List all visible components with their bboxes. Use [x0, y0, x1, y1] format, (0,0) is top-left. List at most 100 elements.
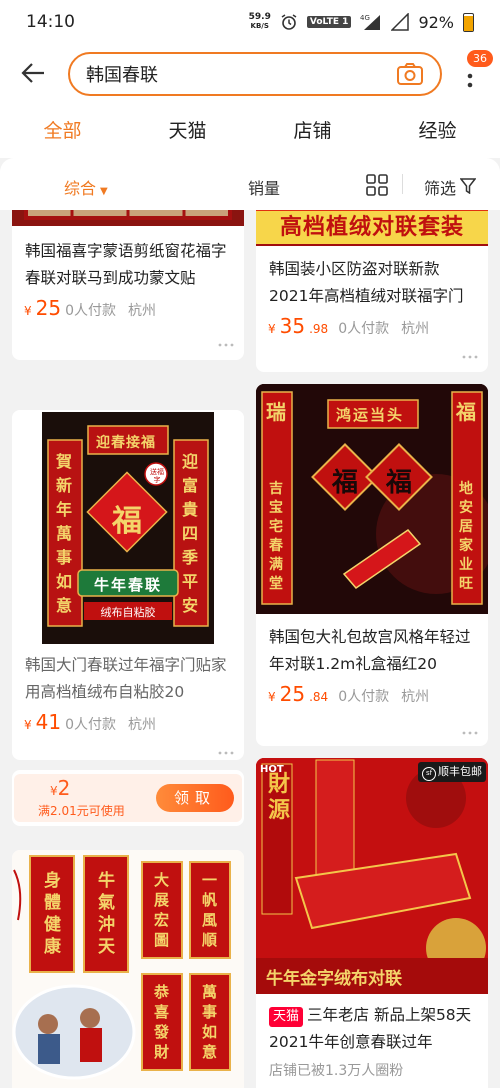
sort-sales[interactable]: 销量 — [248, 175, 280, 199]
signal-4g-icon: 4G — [360, 14, 381, 30]
tmall-badge: 天猫 — [269, 1007, 304, 1027]
scroll-text: 身體健康 — [44, 871, 61, 957]
payers-count: 0人付款 — [338, 321, 390, 337]
location: 杭州 — [128, 303, 157, 319]
tab-experience[interactable]: 经验 — [375, 102, 500, 158]
image-text-right-char: 福 — [456, 400, 476, 424]
caret-down-icon: ▼ — [100, 186, 108, 197]
grid-view-icon[interactable] — [366, 174, 388, 196]
location: 杭州 — [401, 321, 430, 337]
sf-logo-icon: sf — [422, 767, 436, 781]
image-text-center-left: 福 — [332, 468, 359, 498]
product-image[interactable]: HOT sf 顺丰包邮 財源 牛年金字绒布对联 — [256, 758, 488, 994]
search-header: 韩国春联 36 — [0, 44, 500, 102]
image-tag: 送福字 — [150, 468, 164, 484]
product-title[interactable]: 韩国包大礼包故宫风格年轻过年对联1.2m礼盒福红20 — [269, 624, 478, 678]
image-text-top: 迎春接福 — [96, 435, 156, 451]
coupon-card: ¥2 满2.01元可使用 领取 — [12, 770, 244, 826]
more-options-icon[interactable] — [218, 342, 234, 348]
location: 杭州 — [401, 689, 430, 705]
claim-coupon-button[interactable]: 领取 — [156, 784, 234, 812]
filter-button[interactable]: 筛选 — [424, 175, 456, 199]
image-text-left-char: 瑞 — [266, 400, 286, 424]
image-caption-sub: 绒布自粘胶 — [100, 606, 156, 619]
svg-text:4G: 4G — [360, 14, 370, 22]
tab-shops[interactable]: 店铺 — [250, 102, 375, 158]
scroll-text: 牛氣沖天 — [98, 871, 115, 957]
image-text-left: 吉宝宅春满堂 — [269, 481, 283, 592]
status-bar: 14:10 59.9 KB/S VoLTE 1 4G 92% — [0, 0, 500, 44]
category-tabs: 全部 天猫 店铺 经验 — [0, 102, 500, 158]
more-options-icon[interactable] — [218, 750, 234, 756]
image-gold-text: 財源 — [268, 772, 291, 823]
currency-symbol: ¥ — [268, 322, 276, 336]
status-icons: 59.9 KB/S VoLTE 1 4G 92% — [248, 12, 474, 32]
sf-free-shipping-badge: sf 顺丰包邮 — [418, 762, 486, 782]
price-decimal: .84 — [309, 690, 329, 704]
back-arrow-icon[interactable] — [20, 60, 46, 86]
product-card[interactable]: 鸿运当头 瑞 福 吉宝宅春满堂 地安居家业旺 福 福 韩国包大礼包故宫风格年轻过… — [256, 384, 488, 746]
battery-icon — [463, 12, 474, 32]
price-row: ¥ 41 0人付款 杭州 — [24, 710, 164, 734]
results-area: 韩国福喜字蒙语剪纸窗花福字春联对联马到成功蒙文贴 ¥ 25 0人付款 杭州 高档… — [0, 158, 500, 1088]
currency-symbol: ¥ — [24, 304, 32, 318]
product-title[interactable]: 韩国福喜字蒙语剪纸窗花福字春联对联马到成功蒙文贴 — [25, 238, 234, 292]
image-caption: 牛年春联 — [93, 576, 162, 594]
image-text-top: 鸿运当头 — [336, 406, 405, 424]
price: 25 — [279, 682, 306, 706]
image-text-center: 福 — [112, 504, 142, 539]
sort-bar: 综合 ▼ 销量 筛选 — [0, 158, 500, 210]
product-card[interactable]: 身體健康 牛氣沖天 大展宏圖 一帆風順 恭喜發財 萬事如意 — [12, 850, 244, 1088]
signal-icon — [391, 13, 410, 31]
product-title[interactable]: 天猫 三年老店 新品上架58天2021牛年创意春联过年 — [269, 1002, 478, 1056]
coupon[interactable]: ¥2 满2.01元可使用 领取 — [14, 774, 242, 822]
volte-icon: VoLTE 1 — [306, 16, 352, 28]
divider — [402, 174, 403, 194]
alarm-icon — [281, 14, 297, 30]
coupon-amount: ¥2 — [50, 776, 71, 800]
image-text-right: 迎富貴四季平安 — [182, 452, 199, 615]
scroll-text: 恭喜發財 — [154, 983, 170, 1061]
tab-all[interactable]: 全部 — [0, 102, 125, 158]
product-image[interactable]: 迎春接福 賀新年萬事如意 迎富貴四季平安 福 送福字 牛年春联 绒布自粘胶 — [12, 410, 244, 650]
camera-icon[interactable] — [396, 62, 424, 86]
product-title[interactable]: 韩国大门春联过年福字门贴家用高档植绒布自粘胶20 — [25, 652, 234, 706]
image-caption: 牛年金字绒布对联 — [266, 969, 402, 989]
tab-tmall[interactable]: 天猫 — [125, 102, 250, 158]
more-vertical-icon[interactable] — [464, 64, 476, 94]
product-image[interactable]: 身體健康 牛氣沖天 大展宏圖 一帆風順 恭喜發財 萬事如意 — [12, 850, 244, 1088]
product-card[interactable]: HOT sf 顺丰包邮 財源 牛年金字绒布对联 天猫 三年老店 新品上架58天202… — [256, 758, 488, 1088]
price: 35 — [279, 314, 306, 338]
price-row: ¥ 25 0人付款 杭州 — [24, 296, 164, 320]
scroll-text: 萬事如意 — [202, 983, 218, 1061]
more-options-icon[interactable] — [462, 354, 478, 360]
image-text-center-right: 福 — [386, 468, 413, 498]
price: 25 — [35, 296, 62, 320]
status-time: 14:10 — [26, 12, 75, 32]
sort-comprehensive[interactable]: 综合 ▼ — [64, 175, 108, 199]
product-banner: 高档植绒对联套装 — [256, 208, 488, 244]
more-options-icon[interactable] — [462, 730, 478, 736]
location: 杭州 — [128, 717, 157, 733]
product-image[interactable]: 鸿运当头 瑞 福 吉宝宅春满堂 地安居家业旺 福 福 — [256, 384, 488, 614]
scroll-text: 一帆風順 — [202, 871, 218, 949]
scroll-text: 大展宏圖 — [154, 871, 170, 949]
network-speed: 59.9 KB/S — [248, 12, 271, 31]
gold-couplets-image — [256, 758, 488, 994]
product-card[interactable]: 迎春接福 賀新年萬事如意 迎富貴四季平安 福 送福字 牛年春联 绒布自粘胶 韩国… — [12, 410, 244, 760]
search-input[interactable]: 韩国春联 — [68, 52, 442, 96]
product-title[interactable]: 韩国装小区防盗对联新款2021年高档植绒对联福字门 — [269, 256, 478, 310]
image-text-right: 地安居家业旺 — [459, 481, 473, 592]
price-row: ¥ 35 .98 0人付款 杭州 — [268, 314, 437, 338]
search-query[interactable]: 韩国春联 — [86, 61, 396, 87]
shop-fans: 店铺已被1.3万人圈粉 — [269, 1063, 404, 1079]
filter-icon[interactable] — [460, 178, 476, 194]
price: 41 — [35, 710, 62, 734]
currency-symbol: ¥ — [268, 690, 276, 704]
coupon-condition: 满2.01元可使用 — [38, 804, 125, 818]
payers-count: 0人付款 — [338, 689, 390, 705]
payers-count: 0人付款 — [65, 717, 117, 733]
battery-percent: 92% — [418, 12, 454, 32]
currency-symbol: ¥ — [24, 718, 32, 732]
payers-count: 0人付款 — [65, 303, 117, 319]
